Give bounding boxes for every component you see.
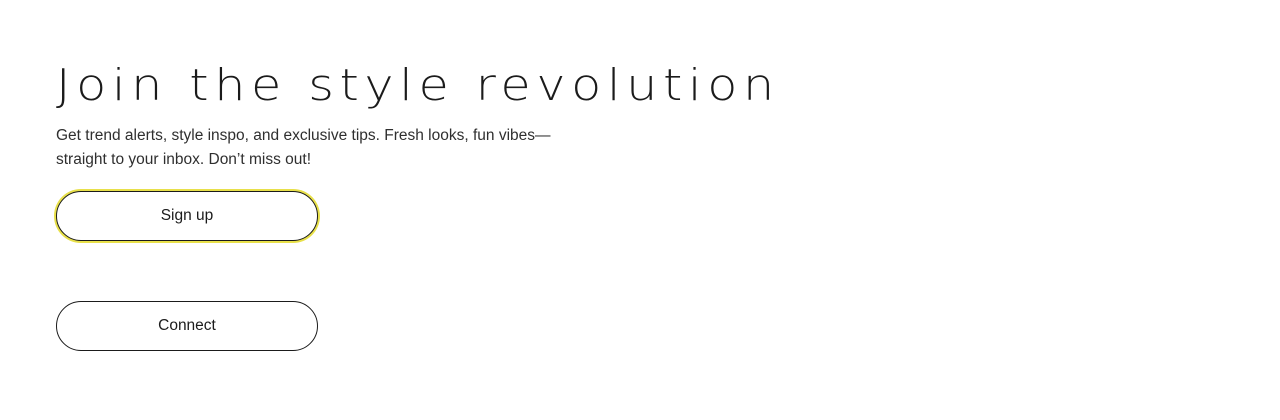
sign-up-button[interactable]: Sign up [56,191,318,241]
sign-up-button-label: Sign up [160,207,214,224]
connect-button-label: Connect [158,317,216,334]
connect-button[interactable]: Connect [56,301,318,351]
hero-subtitle: Get trend alerts, style inspo, and exclu… [56,127,551,168]
newsletter-hero: Join the style revolution Get trend aler… [56,0,1056,420]
hero-title: Join the style revolution [56,60,780,111]
